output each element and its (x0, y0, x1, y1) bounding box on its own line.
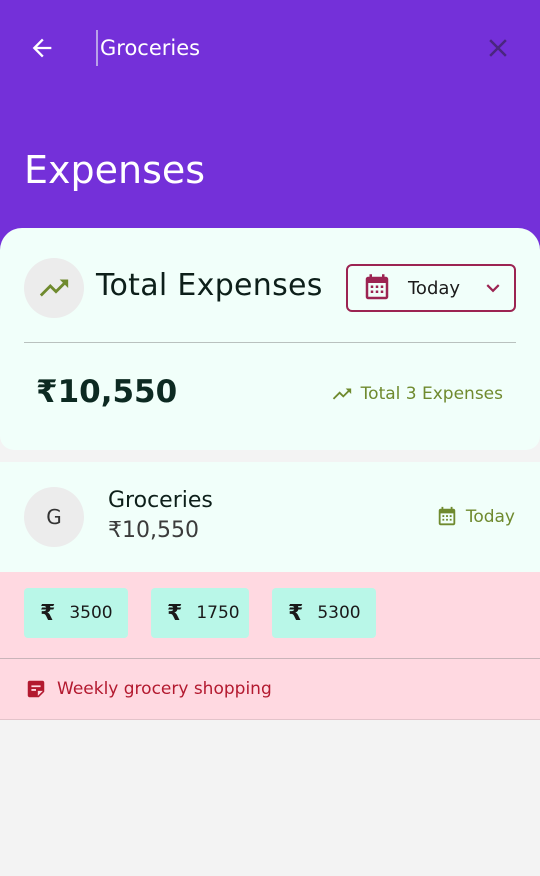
expense-count: Total 3 Expenses (331, 383, 503, 405)
back-button[interactable] (22, 28, 62, 68)
close-icon (489, 39, 507, 57)
panel-divider (0, 658, 540, 659)
expense-date-label: Today (465, 507, 515, 527)
arrow-left-icon (32, 38, 52, 58)
page-title: Expenses (24, 148, 206, 192)
total-amount: ₹10,550 (36, 374, 178, 410)
expense-list-item[interactable]: G Groceries ₹10,550 Today (0, 462, 540, 572)
summary-card: Total Expenses Today ₹10,550 Total 3 Exp… (0, 228, 540, 450)
expense-note: Weekly grocery shopping (25, 678, 272, 700)
split-amount: 3500 (69, 603, 113, 623)
expense-amount: ₹10,550 (108, 518, 199, 543)
trending-up-icon (332, 388, 351, 400)
date-filter-label: Today (408, 277, 461, 299)
expense-name: Groceries (108, 488, 213, 513)
search-bar (96, 30, 456, 66)
rupee-icon: ₹ (40, 600, 56, 626)
split-chip[interactable]: ₹ 5300 (272, 588, 376, 638)
clear-search-button[interactable] (478, 28, 518, 68)
expense-date: Today (436, 506, 515, 528)
summary-divider (24, 342, 516, 343)
avatar: G (24, 487, 84, 547)
search-input[interactable] (96, 30, 456, 66)
trend-avatar (24, 258, 84, 318)
rupee-icon: ₹ (167, 600, 183, 626)
expense-count-label: Total 3 Expenses (360, 384, 503, 404)
split-chip[interactable]: ₹ 1750 (151, 588, 249, 638)
trending-up-icon (39, 279, 69, 297)
chevron-down-icon (480, 275, 506, 301)
rupee-icon: ₹ (288, 600, 304, 626)
split-chip[interactable]: ₹ 3500 (24, 588, 128, 638)
summary-title: Total Expenses (96, 268, 323, 303)
split-amount: 1750 (196, 603, 240, 623)
expense-detail-panel: ₹ 3500 ₹ 1750 ₹ 5300 Weekly grocery shop… (0, 572, 540, 720)
date-filter-dropdown[interactable]: Today (346, 264, 516, 312)
split-amount: 5300 (317, 603, 361, 623)
calendar-icon (362, 273, 392, 303)
note-icon (27, 680, 45, 698)
calendar-icon (438, 506, 456, 526)
app-header: Expenses (0, 0, 540, 260)
expense-note-text: Weekly grocery shopping (57, 679, 272, 699)
